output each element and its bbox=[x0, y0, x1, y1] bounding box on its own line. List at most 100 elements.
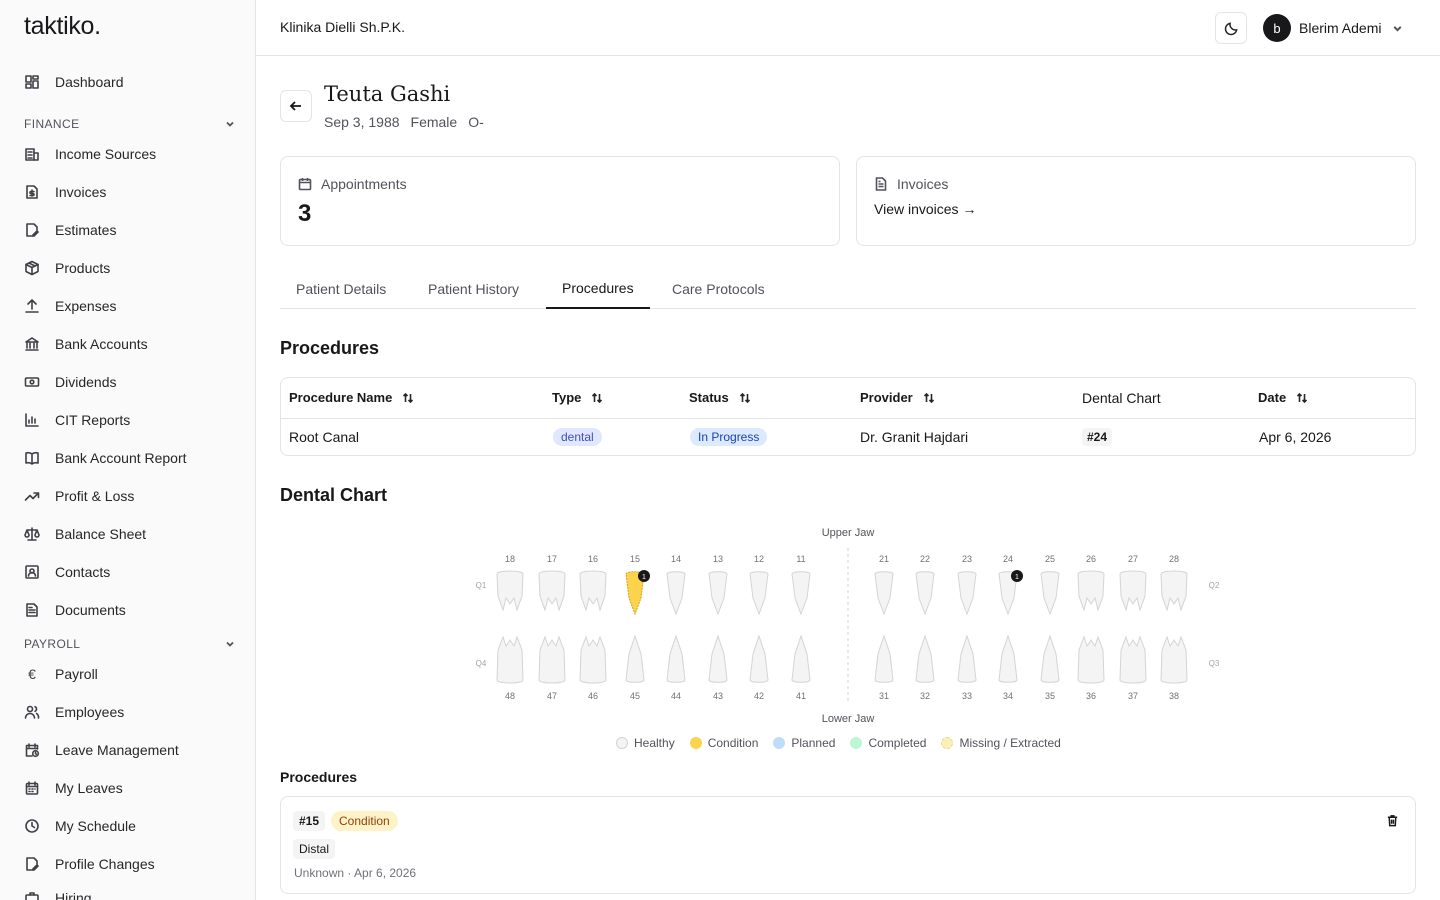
calendar-icon bbox=[298, 178, 312, 191]
sidebar-item-invoices[interactable]: Invoices bbox=[24, 180, 106, 204]
tab-patient-details[interactable]: Patient Details bbox=[280, 268, 402, 309]
tooth-badge[interactable]: #24 bbox=[1082, 428, 1113, 446]
sidebar-item-estimates[interactable]: Estimates bbox=[24, 218, 116, 242]
tooth-37 bbox=[1119, 635, 1147, 684]
bank-icon bbox=[25, 337, 39, 351]
column-header-provider[interactable]: Provider bbox=[860, 390, 935, 405]
user-name: Blerim Ademi bbox=[1299, 20, 1382, 36]
top-bar: Klinika Dielli Sh.P.K. b Blerim Ademi bbox=[256, 0, 1440, 56]
sidebar-item-dashboard[interactable]: Dashboard bbox=[24, 70, 124, 94]
dental-chart: Upper JawLower JawQ1 Q2Q3Q418 17 16 15 14 13 12… bbox=[476, 527, 1220, 725]
section-finance[interactable]: FINANCE bbox=[24, 116, 236, 132]
invoice-dollar-icon bbox=[26, 185, 38, 199]
sidebar-item-payroll[interactable]: € Payroll bbox=[24, 662, 98, 686]
tooth-18 bbox=[496, 570, 524, 612]
tab-care-protocols[interactable]: Care Protocols bbox=[656, 268, 781, 309]
contact-icon bbox=[25, 565, 39, 579]
sidebar-item-profit-loss[interactable]: Profit & Loss bbox=[24, 484, 134, 508]
column-header-status[interactable]: Status bbox=[689, 390, 751, 405]
back-button[interactable] bbox=[280, 90, 312, 122]
tooth-11 bbox=[791, 571, 811, 616]
cell-provider: Dr. Granit Hajdari bbox=[860, 429, 969, 445]
upper-jaw-label: Upper Jaw bbox=[822, 527, 875, 539]
tab-procedures[interactable]: Procedures bbox=[546, 268, 650, 309]
sidebar-item-hiring[interactable]: Hiring bbox=[24, 886, 92, 900]
theme-toggle-button[interactable] bbox=[1215, 12, 1247, 44]
tab-patient-history[interactable]: Patient History bbox=[412, 268, 535, 309]
briefcase-icon bbox=[25, 892, 39, 900]
sidebar-item-employees[interactable]: Employees bbox=[24, 700, 124, 724]
type-badge: dental bbox=[553, 428, 602, 446]
lower-jaw-label: Lower Jaw bbox=[822, 713, 875, 725]
sidebar-item-my-schedule[interactable]: My Schedule bbox=[24, 814, 136, 838]
chevron-down-icon bbox=[226, 121, 234, 127]
sidebar-item-my-leaves[interactable]: My Leaves bbox=[24, 776, 123, 800]
quadrant-label: Q3 bbox=[1209, 659, 1220, 668]
tabs: Patient Details Patient History Procedur… bbox=[280, 268, 1416, 309]
tooth-25 bbox=[1040, 571, 1060, 616]
procedure-item[interactable]: #15 Condition Distal Unknown · Apr 6, 20… bbox=[280, 796, 1416, 894]
sidebar-item-products[interactable]: Products bbox=[24, 256, 110, 280]
tooth-number: 43 bbox=[713, 691, 723, 701]
file-pen-icon bbox=[26, 857, 39, 871]
sidebar-item-label: Hiring bbox=[55, 890, 92, 900]
tooth-number: 33 bbox=[962, 691, 972, 701]
column-header-type[interactable]: Type bbox=[552, 390, 603, 405]
legend-item-completed: Completed bbox=[850, 736, 926, 750]
status-badge: In Progress bbox=[690, 428, 768, 446]
section-payroll[interactable]: PAYROLL bbox=[24, 636, 236, 652]
tooth-34 bbox=[998, 634, 1018, 683]
tooth-23 bbox=[957, 571, 977, 616]
file-edit-icon bbox=[26, 223, 39, 237]
column-header-procedure-name[interactable]: Procedure Name bbox=[289, 390, 414, 405]
quadrant-label: Q4 bbox=[476, 659, 487, 668]
sidebar-item-documents[interactable]: Documents bbox=[24, 598, 126, 622]
dashboard-icon bbox=[25, 75, 39, 89]
sidebar-item-dividends[interactable]: Dividends bbox=[24, 370, 116, 394]
sidebar-item-leave-management[interactable]: Leave Management bbox=[24, 738, 179, 762]
tooth-number: 11 bbox=[796, 554, 805, 564]
patient-dob: Sep 3, 1988 bbox=[324, 114, 400, 130]
chevron-down-icon bbox=[226, 641, 234, 647]
sidebar-item-label: Bank Account Report bbox=[55, 450, 187, 466]
user-menu[interactable]: b Blerim Ademi bbox=[1263, 14, 1404, 42]
company-name[interactable]: Klinika Dielli Sh.P.K. bbox=[280, 19, 405, 35]
sidebar: taktiko. Dashboard FINANCE Income Source… bbox=[0, 0, 256, 900]
bar-chart-icon bbox=[25, 413, 39, 427]
sidebar-item-expenses[interactable]: Expenses bbox=[24, 294, 116, 318]
tooth-number: 32 bbox=[920, 691, 930, 701]
scale-icon bbox=[24, 527, 40, 541]
chevron-down-icon bbox=[1394, 25, 1402, 32]
app-logo[interactable]: taktiko. bbox=[24, 12, 101, 41]
moon-icon bbox=[1224, 21, 1238, 35]
tooth-48 bbox=[496, 635, 524, 684]
delete-button[interactable] bbox=[1386, 814, 1399, 832]
trash-icon bbox=[1387, 815, 1398, 827]
procedures-table: Procedure Name Type Status Provider Dent… bbox=[280, 377, 1416, 456]
section-payroll-label: PAYROLL bbox=[24, 637, 81, 651]
column-header-date[interactable]: Date bbox=[1258, 390, 1308, 405]
tooth-28 bbox=[1160, 570, 1188, 612]
sidebar-item-label: Dividends bbox=[55, 374, 117, 390]
patient-blood-type: O- bbox=[468, 114, 484, 130]
sidebar-item-bank-account-report[interactable]: Bank Account Report bbox=[24, 446, 187, 470]
procedure-count: 1 bbox=[642, 574, 646, 581]
tooth-45 bbox=[625, 634, 645, 683]
invoices-label: Invoices bbox=[897, 176, 949, 192]
tooth-43 bbox=[708, 634, 728, 683]
sidebar-item-cit-reports[interactable]: CIT Reports bbox=[24, 408, 130, 432]
sidebar-item-label: CIT Reports bbox=[55, 412, 131, 428]
sidebar-item-balance-sheet[interactable]: Balance Sheet bbox=[24, 522, 146, 546]
tooth-22 bbox=[915, 571, 935, 616]
sidebar-item-income-sources[interactable]: Income Sources bbox=[24, 142, 156, 166]
sidebar-item-bank-accounts[interactable]: Bank Accounts bbox=[24, 332, 148, 356]
upload-icon bbox=[25, 299, 39, 313]
sort-icon bbox=[403, 392, 414, 403]
tooth-26 bbox=[1077, 570, 1105, 612]
arrow-left-icon bbox=[289, 101, 301, 111]
sidebar-item-contacts[interactable]: Contacts bbox=[24, 560, 110, 584]
sidebar-item-profile-changes[interactable]: Profile Changes bbox=[24, 852, 155, 876]
tooth-number: 37 bbox=[1128, 691, 1138, 701]
view-invoices-link[interactable]: View invoices → bbox=[874, 201, 976, 217]
patient-gender: Female bbox=[410, 114, 458, 130]
